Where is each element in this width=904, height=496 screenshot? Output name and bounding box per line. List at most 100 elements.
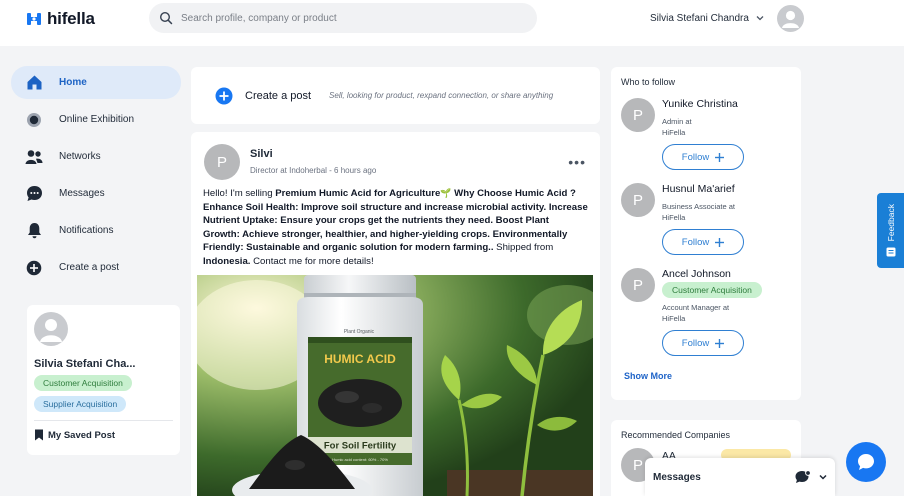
person-company: HiFella: [662, 213, 686, 222]
post-author-avatar[interactable]: P: [204, 144, 240, 180]
avatar-letter: P: [632, 191, 643, 209]
more-options-icon[interactable]: •••: [568, 154, 586, 170]
person-name[interactable]: Ancel Johnson: [662, 268, 762, 280]
compose-message-icon[interactable]: [795, 470, 811, 484]
follow-suggestion: P Yunike Christina Admin at HiFella Foll…: [621, 98, 744, 170]
label-bottom: For Soil Fertility: [324, 441, 397, 452]
person-name[interactable]: Husnul Ma'arief: [662, 183, 744, 195]
bookmark-icon: [35, 429, 43, 441]
post-text: Hello! I'm selling Premium Humic Acid fo…: [203, 187, 588, 268]
post-closing: Contact me for more details!: [250, 255, 374, 267]
label-fine: Humic acid content: 60% - 70%: [332, 457, 388, 462]
saved-post-link[interactable]: My Saved Post: [34, 420, 173, 441]
user-silhouette-icon: [40, 319, 62, 342]
search-icon: [159, 11, 173, 25]
who-to-follow-card: Who to follow P Yunike Christina Admin a…: [611, 67, 801, 400]
chevron-down-icon[interactable]: [817, 471, 829, 483]
search-bar[interactable]: [149, 3, 537, 33]
post-header: P Silvi Director at Indoherbal - 6 hours…: [204, 144, 376, 180]
post-shipped: Shipped from: [493, 242, 554, 253]
person-role: Business Associate at HiFella: [662, 201, 744, 223]
follow-button[interactable]: Follow: [662, 144, 744, 170]
avatar-letter: P: [216, 153, 227, 171]
user-menu[interactable]: Silvia Stefani Chandra: [650, 4, 804, 32]
sidebar-item-label: Notifications: [59, 225, 114, 236]
sidebar-item-online-exhibition[interactable]: Online Exhibition: [11, 103, 181, 136]
tag-supplier-acquisition: Supplier Acquisition: [34, 396, 127, 412]
create-post-card[interactable]: Create a post Sell, looking for product,…: [191, 67, 600, 124]
person-role: Admin at HiFella: [662, 116, 744, 138]
messages-dock[interactable]: Messages: [645, 458, 835, 496]
networks-icon: [25, 148, 43, 166]
plus-icon: [715, 152, 725, 162]
person-company: HiFella: [662, 128, 686, 137]
user-silhouette-icon: [781, 10, 799, 28]
sidebar-item-label: Networks: [59, 151, 101, 162]
logo[interactable]: hifella: [26, 9, 95, 29]
post-card: P Silvi Director at Indoherbal - 6 hours…: [191, 132, 600, 496]
sidebar-item-label: Create a post: [59, 262, 120, 273]
sidebar-item-label: Messages: [59, 188, 105, 199]
chat-bubble-icon: [858, 454, 874, 470]
follow-label: Follow: [681, 236, 710, 248]
person-role-line: Admin at: [662, 117, 692, 126]
person-company: HiFella: [662, 314, 686, 323]
chevron-down-icon[interactable]: [755, 13, 765, 23]
person-avatar[interactable]: P: [621, 98, 655, 132]
logo-text: hifella: [47, 9, 95, 28]
sidebar-item-messages[interactable]: Messages: [11, 177, 181, 210]
logo-mark-icon: [27, 13, 41, 25]
follow-suggestion: P Husnul Ma'arief Business Associate at …: [621, 183, 744, 255]
leaf-icon: 🌱: [440, 188, 452, 198]
person-role-line: Business Associate at: [662, 202, 735, 211]
person-role: Account Manager at HiFella: [662, 302, 762, 324]
saved-post-label: My Saved Post: [48, 429, 116, 441]
post-intro: Hello! I'm selling: [203, 188, 276, 199]
sidebar-item-notifications[interactable]: Notifications: [11, 214, 181, 247]
person-avatar[interactable]: P: [621, 268, 655, 302]
sidebar-item-home[interactable]: Home: [11, 66, 181, 99]
sidebar-nav: Home Online Exhibition Networks Messages…: [11, 66, 181, 288]
user-avatar[interactable]: [776, 4, 804, 32]
tag-customer-acquisition: Customer Acquisition: [34, 375, 132, 391]
add-circle-icon[interactable]: [215, 87, 233, 105]
person-name[interactable]: Yunike Christina: [662, 98, 744, 110]
follow-button[interactable]: Follow: [662, 330, 744, 356]
person-tag: Customer Acquisition: [662, 282, 762, 298]
post-meta: Director at Indoherbal - 6 hours ago: [250, 166, 377, 175]
avatar-letter: P: [632, 456, 643, 474]
top-bar: hifella Silvia Stefani Chandra: [0, 0, 904, 46]
follow-suggestion: P Ancel Johnson Customer Acquisition Acc…: [621, 268, 762, 356]
post-product: Premium Humic Acid for Agriculture: [275, 188, 441, 199]
recommended-title: Recommended Companies: [621, 430, 731, 440]
plus-circle-icon: [25, 259, 43, 277]
post-author-name[interactable]: Silvi: [250, 148, 376, 160]
person-role-line: Account Manager at: [662, 303, 730, 312]
feedback-tab[interactable]: Feedback: [877, 193, 904, 268]
profile-avatar[interactable]: [34, 312, 68, 346]
post-country: Indonesia.: [203, 255, 251, 267]
show-more-link[interactable]: Show More: [624, 371, 672, 381]
feedback-label: Feedback: [885, 204, 896, 242]
plus-icon: [715, 338, 725, 348]
person-avatar[interactable]: P: [621, 183, 655, 217]
search-input[interactable]: [181, 12, 511, 24]
follow-button[interactable]: Follow: [662, 229, 744, 255]
feedback-icon: [886, 247, 895, 257]
product-photo: Plant Organic HUMIC ACID For Soil Fertil…: [197, 275, 593, 496]
exhibition-icon: [25, 111, 43, 129]
profile-name: Silvia Stefani Cha...: [34, 358, 136, 370]
post-image[interactable]: Plant Organic HUMIC ACID For Soil Fertil…: [197, 275, 593, 496]
create-post-hint: Sell, looking for product, rexpand conne…: [329, 91, 554, 100]
sidebar-item-networks[interactable]: Networks: [11, 140, 181, 173]
bell-icon: [25, 222, 43, 240]
messages-icon: [25, 185, 43, 203]
chat-support-button[interactable]: [846, 442, 886, 482]
follow-label: Follow: [681, 337, 710, 349]
sidebar-item-create-post[interactable]: Create a post: [11, 251, 181, 284]
profile-card: Silvia Stefani Cha... Customer Acquisiti…: [27, 305, 180, 455]
label-brand: Plant Organic: [344, 329, 375, 335]
avatar-letter: P: [632, 106, 643, 124]
avatar-letter: P: [632, 276, 643, 294]
plus-icon: [715, 237, 725, 247]
